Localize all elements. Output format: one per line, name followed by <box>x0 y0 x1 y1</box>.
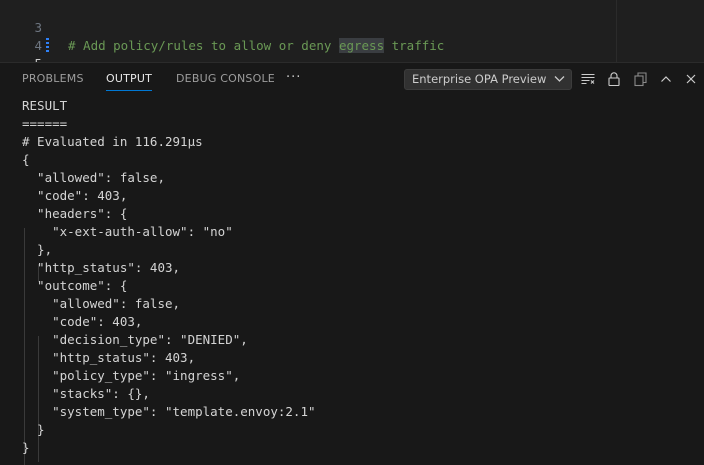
output-line: } <box>22 440 30 455</box>
editor-line: # <box>0 55 616 62</box>
output-line: "code": 403, <box>22 314 143 329</box>
output-line: "headers": { <box>22 206 128 221</box>
editor-scrollbar-divider <box>616 0 617 62</box>
output-line: "system_type": "template.envoy:2.1" <box>22 404 316 419</box>
code-editor[interactable]: 3 # Add policy/rules to allow or deny eg… <box>0 0 704 62</box>
editor-line: 3 # Add policy/rules to allow or deny eg… <box>0 1 616 53</box>
tab-debug-console[interactable]: DEBUG CONSOLE <box>176 63 275 95</box>
output-line: "outcome": { <box>22 278 128 293</box>
tab-problems[interactable]: PROBLEMS <box>22 63 84 95</box>
output-channel-select[interactable]: Enterprise OPA Preview <box>404 69 572 90</box>
output-line: "http_status": 403, <box>22 260 181 275</box>
output-channel-selected: Enterprise OPA Preview <box>412 72 547 86</box>
output-line: { <box>22 152 30 167</box>
output-line: "policy_type": "ingress", <box>22 368 241 383</box>
output-line: "allowed": false, <box>22 170 165 185</box>
lock-icon[interactable] <box>606 71 622 87</box>
output-line: ====== <box>22 116 68 131</box>
output-line: "x-ext-auth-allow": "no" <box>22 224 233 239</box>
modified-line-gutter-marker <box>46 38 49 54</box>
copy-icon[interactable] <box>633 71 649 87</box>
chevron-down-icon <box>554 76 565 82</box>
panel-header: PROBLEMS OUTPUT DEBUG CONSOLE ··· Enterp… <box>0 63 704 95</box>
bottom-panel: PROBLEMS OUTPUT DEBUG CONSOLE ··· Enterp… <box>0 62 704 465</box>
output-line: "stacks": {}, <box>22 386 150 401</box>
tab-output[interactable]: OUTPUT <box>106 63 153 95</box>
filter-list-icon[interactable] <box>580 71 596 87</box>
output-line: }, <box>22 242 53 257</box>
output-line: "http_status": 403, <box>22 350 196 365</box>
output-line: "code": 403, <box>22 188 128 203</box>
editor-line-current: 5 default allow = false <box>0 37 616 62</box>
output-line: "allowed": false, <box>22 296 181 311</box>
output-line: RESULT <box>22 98 68 113</box>
output-content[interactable]: RESULT ====== # Evaluated in 116.291µs {… <box>22 95 692 465</box>
output-line: "decision_type": "DENIED", <box>22 332 248 347</box>
output-line: } <box>22 422 45 437</box>
close-panel-icon[interactable] <box>683 71 699 87</box>
more-tabs-button[interactable]: ··· <box>286 63 301 95</box>
output-line: # Evaluated in 116.291µs <box>22 134 203 149</box>
maximize-panel-icon[interactable] <box>658 71 674 87</box>
editor-line: 4 <box>0 19 616 53</box>
